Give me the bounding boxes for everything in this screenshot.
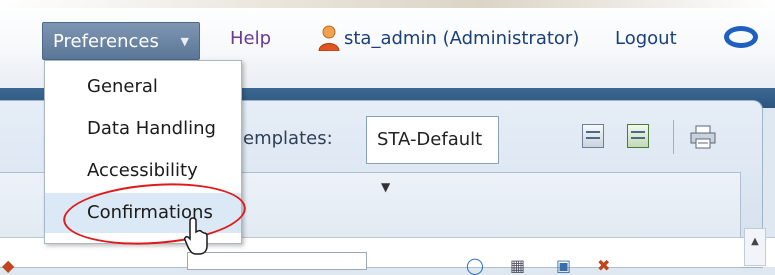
help-link[interactable]: Help [230, 26, 271, 52]
user-icon [318, 25, 340, 51]
cursor-icon [184, 217, 208, 255]
chevron-down-icon: ▼ [381, 180, 391, 194]
preferences-button-label: Preferences [53, 31, 159, 52]
logout-link[interactable]: Logout [615, 26, 677, 52]
toolbar-separator [673, 120, 674, 154]
print-icon[interactable] [690, 125, 716, 149]
template-select[interactable]: STA-Default ▼ [366, 116, 499, 194]
edit-template-icon[interactable] [582, 124, 604, 148]
user-name: sta_admin (Administrator) [344, 28, 580, 49]
template-select-value: STA-Default [377, 129, 483, 150]
menu-item-data-handling[interactable]: Data Handling [45, 109, 241, 149]
preferences-button[interactable]: Preferences ▼ [42, 22, 200, 60]
save-template-icon[interactable] [627, 124, 649, 148]
text-field[interactable] [187, 252, 367, 270]
chevron-down-icon: ▼ [180, 35, 189, 48]
templates-label: emplates: [243, 128, 333, 149]
oracle-logo-icon [724, 26, 758, 48]
scroll-up-icon[interactable]: ▲ [744, 228, 766, 266]
menu-item-general[interactable]: General [45, 67, 241, 107]
